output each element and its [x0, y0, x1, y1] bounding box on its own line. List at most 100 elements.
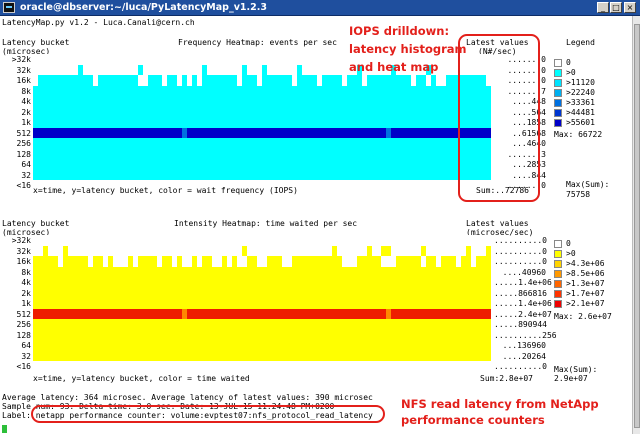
legend-swatch — [554, 280, 562, 288]
legend-label: >55601 — [566, 118, 595, 127]
heatmap-row — [33, 361, 492, 372]
legend-swatch — [554, 119, 562, 127]
bucket-label: 8k — [21, 86, 31, 96]
heatmap-row — [33, 277, 492, 288]
bottom-max-sum-value: 2.9e+07 — [554, 374, 588, 383]
latest-value: ..........0 — [494, 257, 547, 266]
heatmap-cell — [486, 235, 492, 246]
window-title: oracle@dbserver:~/luca/PyLatencyMap_v1.2… — [20, 2, 267, 13]
bucket-label: >32k — [11, 55, 31, 64]
maximize-button[interactable]: □ — [610, 2, 622, 13]
scrollbar-thumb[interactable] — [634, 24, 640, 428]
legend-label: >4.3e+06 — [566, 259, 605, 268]
heatmap-cell — [486, 350, 492, 361]
latest-value: .....2.4e+07 — [494, 309, 552, 319]
heatmap-row — [33, 298, 492, 309]
legend-swatch — [554, 79, 562, 87]
bucket-label: 64 — [21, 160, 31, 169]
bucket-label: 4k — [21, 97, 31, 106]
window-titlebar[interactable]: oracle@dbserver:~/luca/PyLatencyMap_v1.2… — [0, 0, 640, 16]
heatmap-row — [33, 235, 492, 246]
bucket-label: 16k — [16, 76, 31, 85]
heatmap-row — [33, 308, 492, 319]
latest-value: ..........0 — [494, 246, 547, 256]
heatmap-row — [33, 106, 492, 117]
legend-label: >8.5e+06 — [566, 269, 605, 278]
legend-swatch — [554, 69, 562, 77]
close-button[interactable]: × — [624, 2, 636, 13]
legend-swatch — [554, 270, 562, 278]
heatmap-row — [33, 169, 492, 180]
bottom-heatmap-title: Intensity Heatmap: time waited per sec — [174, 219, 358, 228]
heatmap-cell — [486, 298, 492, 309]
legend-swatch — [554, 260, 562, 268]
heatmap-cell — [486, 277, 492, 288]
terminal-cursor — [2, 425, 7, 433]
legend-swatch — [554, 240, 562, 248]
vertical-scrollbar[interactable] — [632, 16, 640, 434]
latest-value: ....40960 — [502, 267, 546, 277]
terminal-icon — [3, 2, 15, 13]
top-legend-title: Legend — [566, 38, 595, 47]
bucket-label: 32 — [21, 351, 31, 361]
legend-label: 0 — [566, 58, 571, 67]
latest-value: ..........0 — [494, 236, 547, 245]
bottom-footer: x=time, y=latency bucket, color = time w… — [33, 374, 250, 383]
legend-label: >0 — [566, 249, 576, 258]
top-max-sum-label: Max(Sum): — [566, 180, 610, 189]
bucket-label: 64 — [21, 341, 31, 350]
heatmap-cell — [486, 287, 492, 298]
nfs-annotation: NFS read latency from NetApp performance… — [401, 397, 599, 427]
heatmap-row — [33, 350, 492, 361]
heatmap-cell — [486, 340, 492, 351]
average-latency-line: Average latency: 364 microsec. Average l… — [2, 393, 373, 402]
heatmap-row — [33, 329, 492, 340]
bucket-label: 16k — [16, 257, 31, 266]
bucket-label: 2k — [21, 288, 31, 298]
top-max-label: Max: 66722 — [554, 130, 603, 139]
bucket-label: 512 — [16, 128, 31, 138]
legend-label: 0 — [566, 239, 571, 248]
legend-swatch — [554, 59, 562, 67]
bucket-label: 4k — [21, 278, 31, 287]
latest-value: ..........256 — [494, 330, 557, 340]
heatmap-row — [33, 340, 492, 351]
bottom-max-sum-label: Max(Sum): — [554, 365, 598, 374]
heatmap-cell — [486, 308, 492, 319]
legend-label: >33361 — [566, 98, 595, 107]
latest-value: ...136960 — [502, 341, 546, 350]
heatmap-row — [33, 117, 492, 128]
bucket-label: 8k — [21, 267, 31, 277]
top-heatmap-title: Frequency Heatmap: events per sec — [178, 38, 337, 47]
minimize-button[interactable]: _ — [597, 2, 609, 13]
bottom-sum: Sum:2.8e+07 — [480, 374, 533, 383]
heatmap-row — [33, 159, 492, 170]
heatmap-row — [33, 138, 492, 149]
bucket-label: 128 — [16, 149, 31, 159]
heatmap-row — [33, 256, 492, 267]
bottom-max-label: Max: 2.6e+07 — [554, 312, 612, 321]
legend-label: >2.1e+07 — [566, 299, 605, 308]
latest-value: ..........0 — [494, 362, 547, 371]
bucket-label: <16 — [16, 362, 31, 371]
legend-label: >22240 — [566, 88, 595, 97]
bucket-label: 256 — [16, 320, 31, 329]
bucket-label: <16 — [16, 181, 31, 190]
header-line: LatencyMap.py v1.2 - Luca.Canali@cern.ch — [2, 18, 195, 27]
heatmap-row — [33, 266, 492, 277]
iops-highlight-box — [458, 34, 540, 202]
heatmap-row — [33, 148, 492, 159]
heatmap-cell — [486, 361, 492, 372]
latest-value: .....890944 — [494, 320, 547, 329]
legend-swatch — [554, 109, 562, 117]
latest-value: .....1.4e+06 — [494, 299, 552, 308]
intensity-heatmap — [33, 235, 492, 372]
heatmap-cell — [486, 329, 492, 340]
legend-label: >1.3e+07 — [566, 279, 605, 288]
heatmap-cell — [486, 256, 492, 267]
bucket-label: 512 — [16, 309, 31, 319]
legend-swatch — [554, 250, 562, 258]
bucket-label: 1k — [21, 299, 31, 308]
legend-label: >11120 — [566, 78, 595, 87]
heatmap-cell — [486, 245, 492, 256]
